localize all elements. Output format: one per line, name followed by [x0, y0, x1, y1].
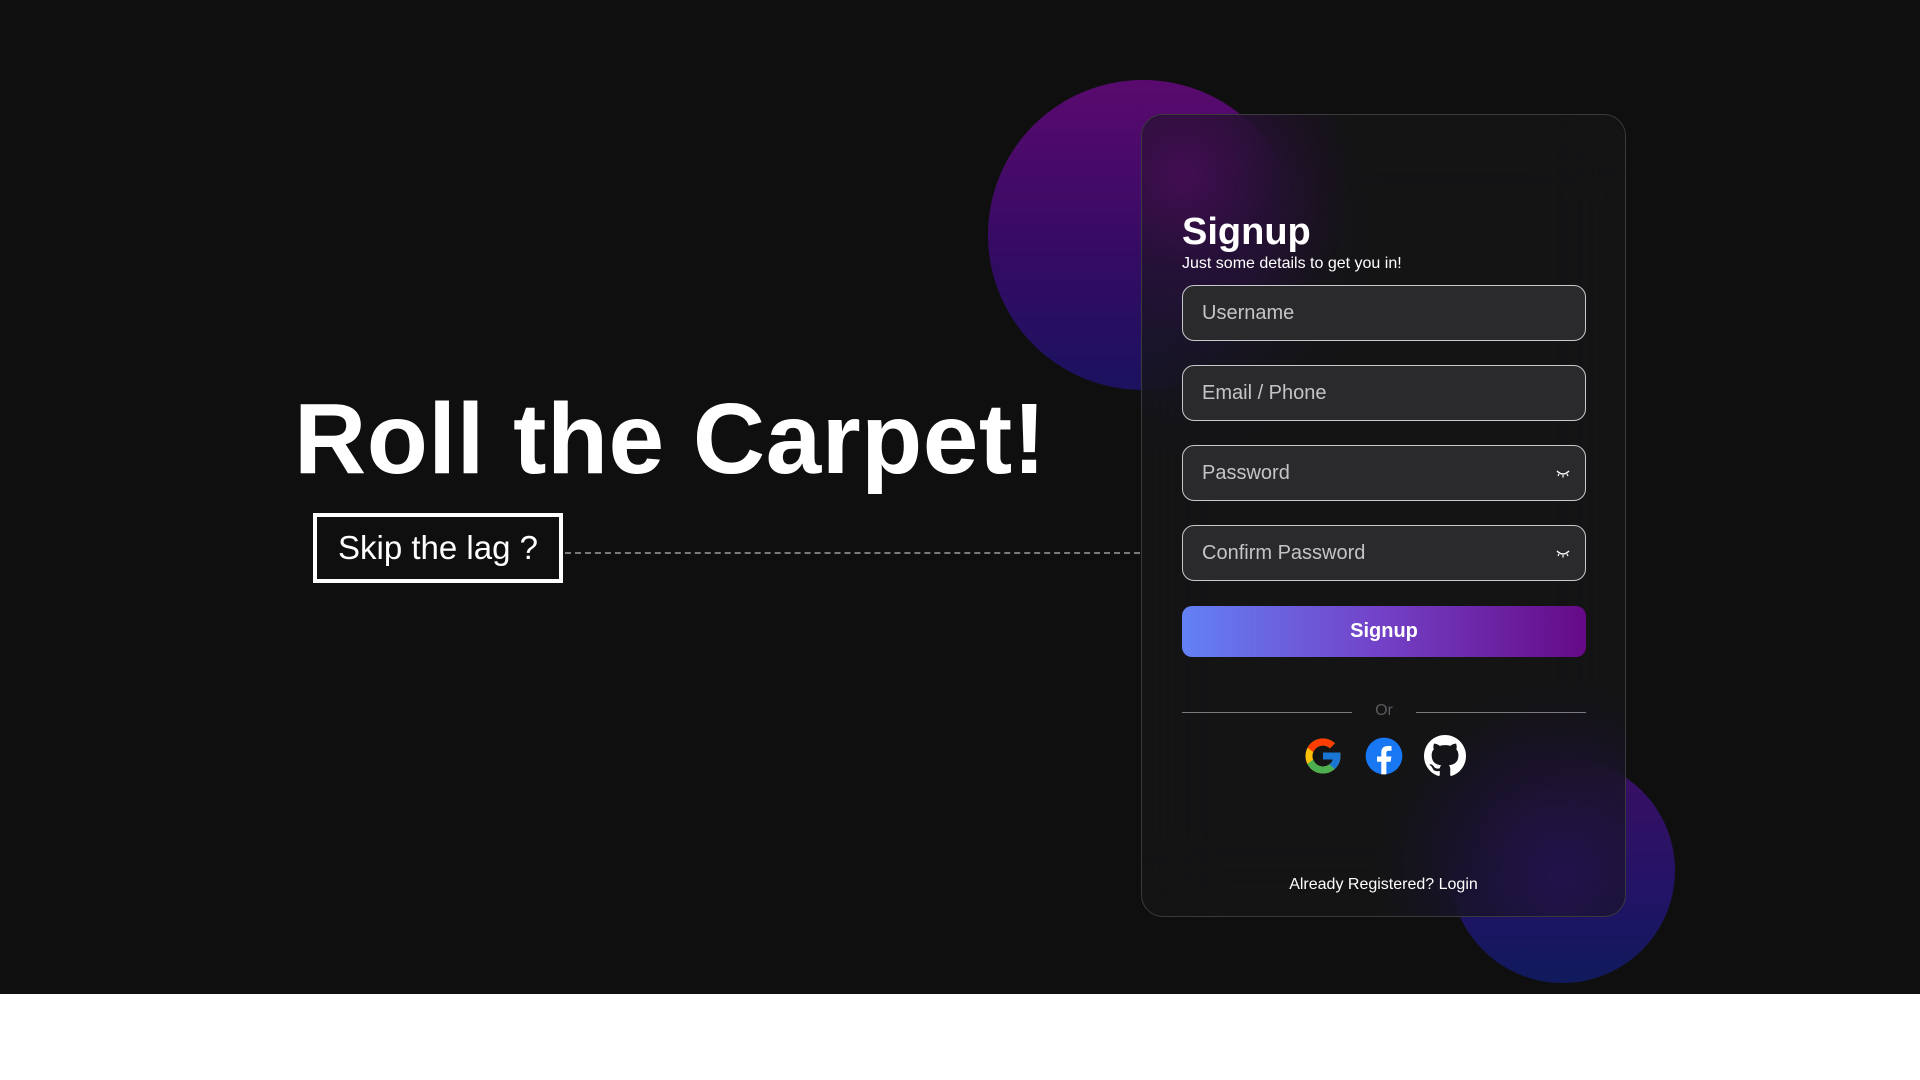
github-icon	[1424, 734, 1466, 776]
signup-form: Signup Just some details to get you in!	[1182, 212, 1586, 777]
signup-button[interactable]: Signup	[1182, 606, 1586, 657]
confirm-password-field-wrapper	[1182, 525, 1586, 581]
signup-card: Signup Just some details to get you in!	[1141, 114, 1626, 917]
dashed-connector	[565, 552, 1140, 554]
social-login-buttons	[1182, 734, 1586, 777]
login-link[interactable]: Login	[1439, 876, 1478, 893]
page-background: Roll the Carpet! Skip the lag ? Signup J…	[0, 0, 1920, 994]
hero-title: Roll the Carpet!	[294, 383, 1047, 495]
form-subtitle: Just some details to get you in!	[1182, 255, 1402, 272]
google-login-button[interactable]	[1302, 734, 1345, 777]
form-title: Signup	[1182, 211, 1311, 253]
eye-closed-icon[interactable]	[1555, 546, 1571, 560]
divider-or-label: Or	[1375, 702, 1393, 719]
username-field-wrapper	[1182, 285, 1586, 341]
github-login-button[interactable]	[1424, 734, 1467, 777]
password-input[interactable]	[1183, 446, 1585, 500]
email-phone-input[interactable]	[1183, 366, 1585, 420]
confirm-password-input[interactable]	[1183, 526, 1585, 580]
username-input[interactable]	[1183, 286, 1585, 340]
or-divider: Or	[1182, 701, 1586, 721]
facebook-login-button[interactable]	[1363, 734, 1406, 777]
email-field-wrapper	[1182, 365, 1586, 421]
page-footer-area	[0, 994, 1920, 1080]
google-icon	[1305, 738, 1341, 773]
divider-line-right	[1416, 712, 1586, 713]
facebook-icon	[1365, 737, 1403, 774]
eye-closed-icon[interactable]	[1555, 466, 1571, 480]
login-prompt-text: Already Registered?	[1289, 876, 1435, 893]
skip-button[interactable]: Skip the lag ?	[313, 513, 563, 583]
password-field-wrapper	[1182, 445, 1586, 501]
login-prompt: Already Registered? Login	[1142, 876, 1625, 894]
